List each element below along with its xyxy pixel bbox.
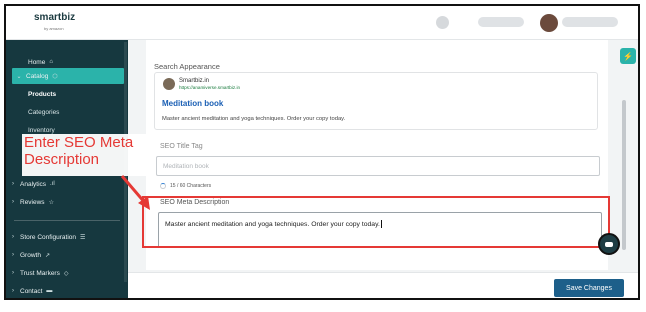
avatar[interactable]: [540, 14, 558, 32]
counter-text: 15 / 60 Characters: [170, 183, 212, 189]
sidebar-item-label: Trust Markers: [20, 269, 60, 277]
sidebar-item-label: Products: [28, 90, 57, 98]
trend-icon: ↗: [44, 252, 50, 259]
top-bar: [128, 6, 638, 40]
sidebar-item-trust-markers[interactable]: › Trust Markers ◇: [6, 265, 124, 281]
bolt-icon: ⚡: [623, 51, 633, 61]
diamond-icon: ◇: [63, 270, 69, 277]
sidebar-divider: [14, 220, 120, 221]
sidebar-item-growth[interactable]: › Growth ↗: [6, 247, 124, 263]
sidebar-item-analytics[interactable]: › Analytics .ıl: [6, 176, 124, 192]
sidebar-item-label: Home: [28, 58, 46, 66]
chevron-right-icon: ›: [12, 234, 14, 240]
chat-button[interactable]: [598, 233, 620, 255]
site-thumbnail: [163, 78, 175, 90]
store-status-pill[interactable]: [478, 17, 524, 27]
footer-bar: Save Changes: [128, 272, 638, 298]
chevron-right-icon: ›: [12, 199, 14, 205]
logo-area: smartbiz by amazon: [6, 6, 128, 40]
sidebar-item-label: Store Configuration: [20, 233, 77, 241]
chevron-down-icon: ⌄: [16, 73, 22, 80]
preview-url: https://anamiverse.smartbiz.in: [179, 85, 241, 90]
sidebar-item-contact[interactable]: › Contact ▬: [6, 283, 124, 298]
box-icon: ⬡: [52, 73, 58, 80]
sidebar-item-products[interactable]: Products: [6, 86, 124, 102]
chat-icon: ▬: [46, 288, 53, 294]
sidebar-item-categories[interactable]: Categories: [6, 104, 124, 120]
bar-chart-icon: .ıl: [50, 181, 55, 187]
chevron-right-icon: ›: [12, 252, 14, 258]
preview-site-name: Smartbiz.in: [179, 78, 210, 84]
annotation-callout: Enter SEO Meta Description: [22, 134, 150, 176]
help-icon[interactable]: [436, 16, 449, 29]
quick-action-tab[interactable]: ⚡: [620, 48, 636, 64]
home-icon: ⌂: [49, 59, 53, 65]
sidebar-item-store-configuration[interactable]: › Store Configuration ☰: [6, 229, 124, 245]
content-scrollbar[interactable]: [622, 100, 626, 250]
sidebar-item-catalog[interactable]: ⌄ Catalog ⬡: [12, 68, 124, 84]
save-changes-button[interactable]: Save Changes: [554, 279, 624, 297]
progress-ring-icon: [160, 183, 166, 189]
chevron-right-icon: ›: [12, 270, 14, 276]
list-icon: ☰: [80, 234, 86, 241]
section-title: Search Appearance: [154, 62, 220, 71]
preview-description: Master ancient meditation and yoga techn…: [162, 116, 346, 122]
main-content: Search Appearance Smartbiz.in https://an…: [128, 40, 638, 298]
seo-title-label: SEO Title Tag: [160, 143, 203, 150]
chat-icon: [605, 242, 613, 247]
chevron-right-icon: ›: [12, 181, 14, 187]
user-menu[interactable]: [562, 17, 618, 27]
annotation-text: Enter SEO Meta Description: [24, 134, 134, 168]
search-preview: Smartbiz.in https://anamiverse.smartbiz.…: [154, 72, 598, 130]
sidebar-item-label: Growth: [20, 251, 41, 259]
sidebar-item-label: Analytics: [20, 180, 47, 188]
logo-sub: by amazon: [44, 26, 64, 31]
title-character-counter: 15 / 60 Characters: [160, 183, 211, 189]
chevron-right-icon: ›: [12, 288, 14, 294]
sidebar-item-label: Categories: [28, 108, 60, 116]
sidebar-item-label: Contact: [20, 287, 43, 295]
sidebar-item-label: Inventory: [28, 126, 55, 134]
star-icon: ☆: [48, 199, 54, 206]
highlight-box: [142, 196, 610, 248]
logo: smartbiz: [34, 12, 76, 23]
sidebar-item-label: Reviews: [20, 198, 45, 206]
sidebar-item-label: Catalog: [26, 72, 49, 80]
sidebar-item-reviews[interactable]: › Reviews ☆: [6, 194, 124, 210]
preview-title: Meditation book: [162, 99, 224, 108]
seo-title-input[interactable]: Meditation book: [156, 156, 600, 176]
